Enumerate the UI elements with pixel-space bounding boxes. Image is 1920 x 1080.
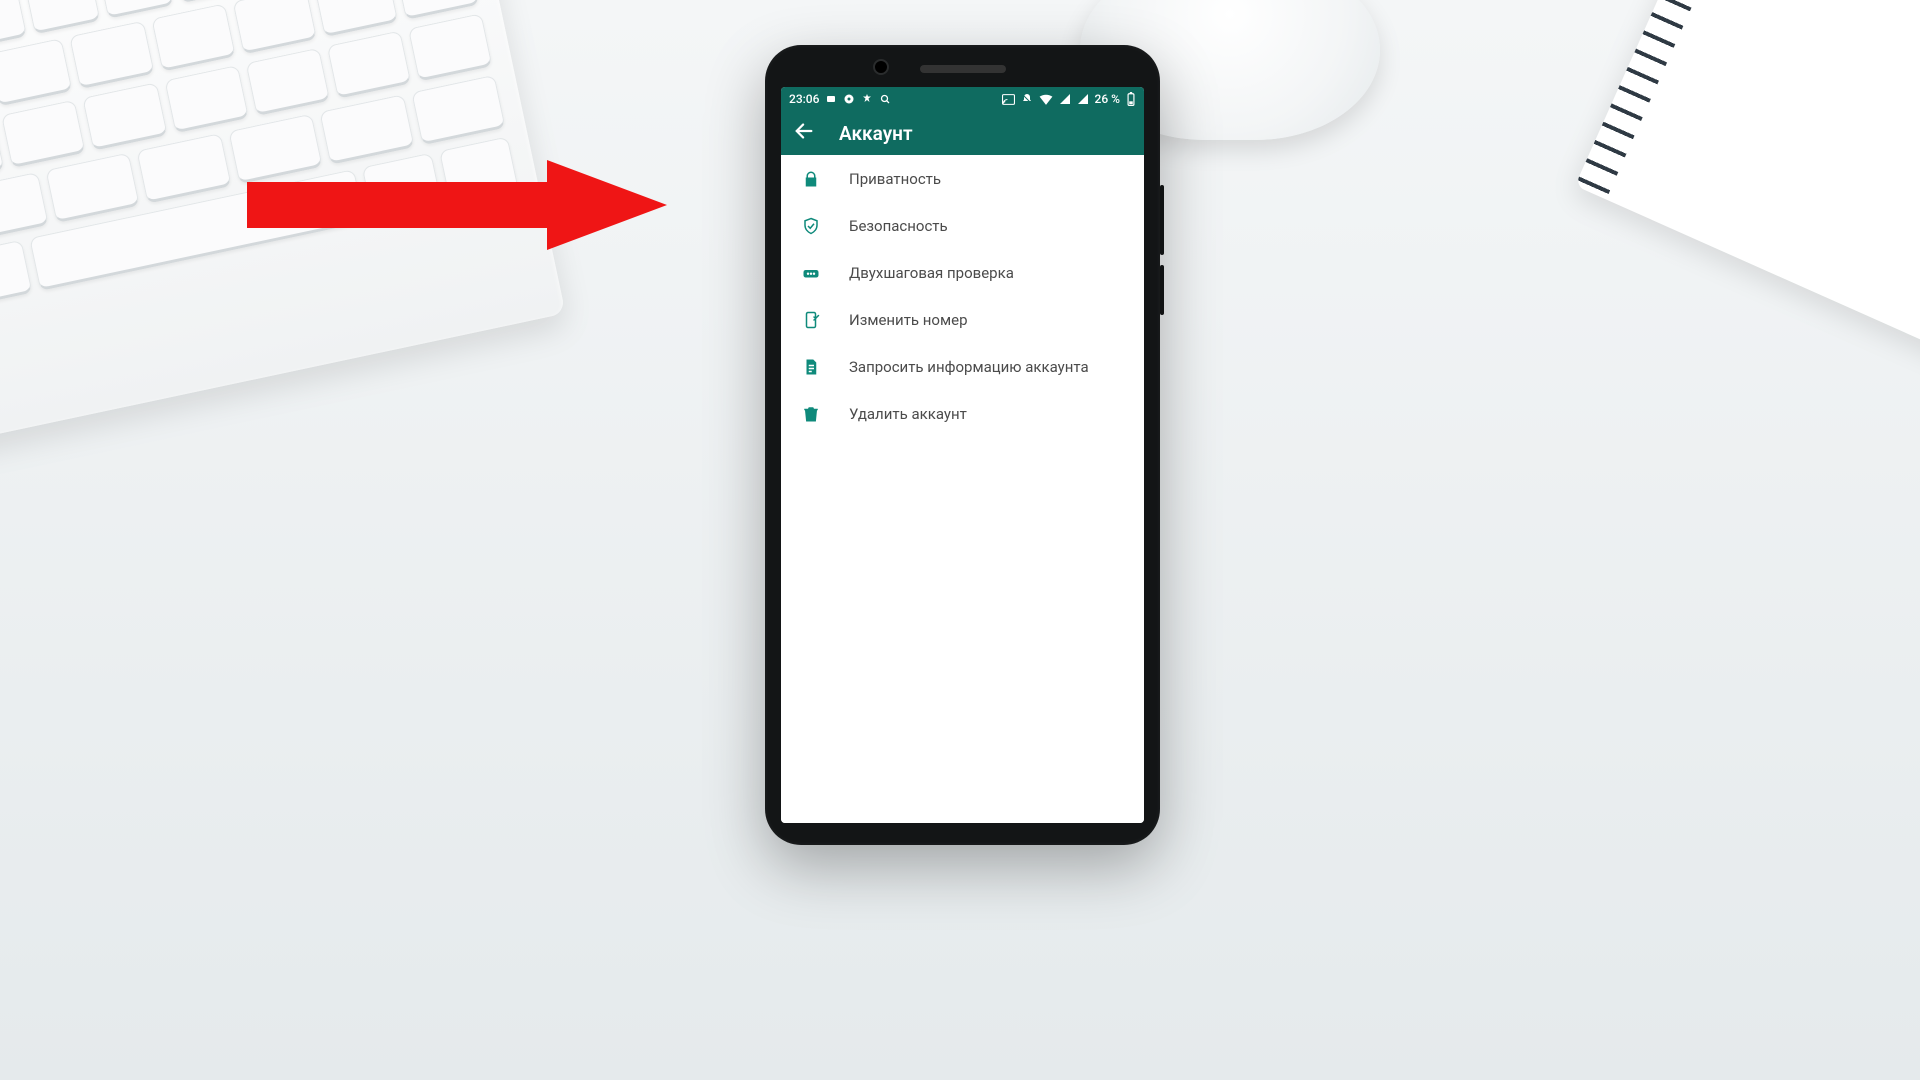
setting-label: Приватность [849,170,941,188]
phone-screen: 23:06 26 % [781,87,1144,823]
phone-side-button [1160,185,1164,255]
signal-icon [1077,93,1089,105]
sim-icon [801,310,821,330]
setting-two-step[interactable]: Двухшаговая проверка [781,249,1144,296]
setting-label: Изменить номер [849,311,968,329]
cast-icon [1002,94,1015,105]
battery-text: 26 % [1095,92,1120,106]
arrow-left-icon [793,120,815,142]
phone-speaker-icon [920,65,1006,73]
setting-label: Удалить аккаунт [849,405,967,423]
setting-change-number[interactable]: Изменить номер [781,296,1144,343]
statusbar-time: 23:06 [789,92,819,106]
setting-request-info[interactable]: Запросить информацию аккаунта [781,343,1144,390]
app-header: Аккаунт [781,111,1144,155]
setting-label: Безопасность [849,217,948,235]
notification-icon [843,93,855,105]
trash-icon [801,404,821,424]
statusbar: 23:06 26 % [781,87,1144,111]
setting-label: Двухшаговая проверка [849,264,1014,282]
setting-label: Запросить информацию аккаунта [849,358,1089,376]
setting-security[interactable]: Безопасность [781,202,1144,249]
file-icon [801,357,821,377]
phone-camera-icon [873,59,889,75]
page-title: Аккаунт [839,122,913,145]
decorative-notebook [1575,0,1920,397]
statusbar-right: 26 % [1002,92,1136,106]
lock-icon [801,169,821,189]
scene: 23:06 26 % [0,0,1920,1080]
battery-icon [1126,92,1136,106]
wifi-icon [1039,93,1053,105]
dots-icon [801,263,821,283]
bell-muted-icon [1021,93,1033,105]
decorative-keyboard [0,0,566,475]
notification-icon [861,93,873,105]
back-button[interactable] [793,120,815,147]
search-icon [879,93,891,105]
notification-icon [825,93,837,105]
setting-privacy[interactable]: Приватность [781,155,1144,202]
phone-side-button [1160,265,1164,315]
phone-frame: 23:06 26 % [765,45,1160,845]
setting-delete-account[interactable]: Удалить аккаунт [781,390,1144,437]
account-settings-list: Приватность Безопасность Двухшаговая про… [781,155,1144,823]
statusbar-left: 23:06 [789,92,891,106]
shield-icon [801,216,821,236]
signal-icon [1059,93,1071,105]
